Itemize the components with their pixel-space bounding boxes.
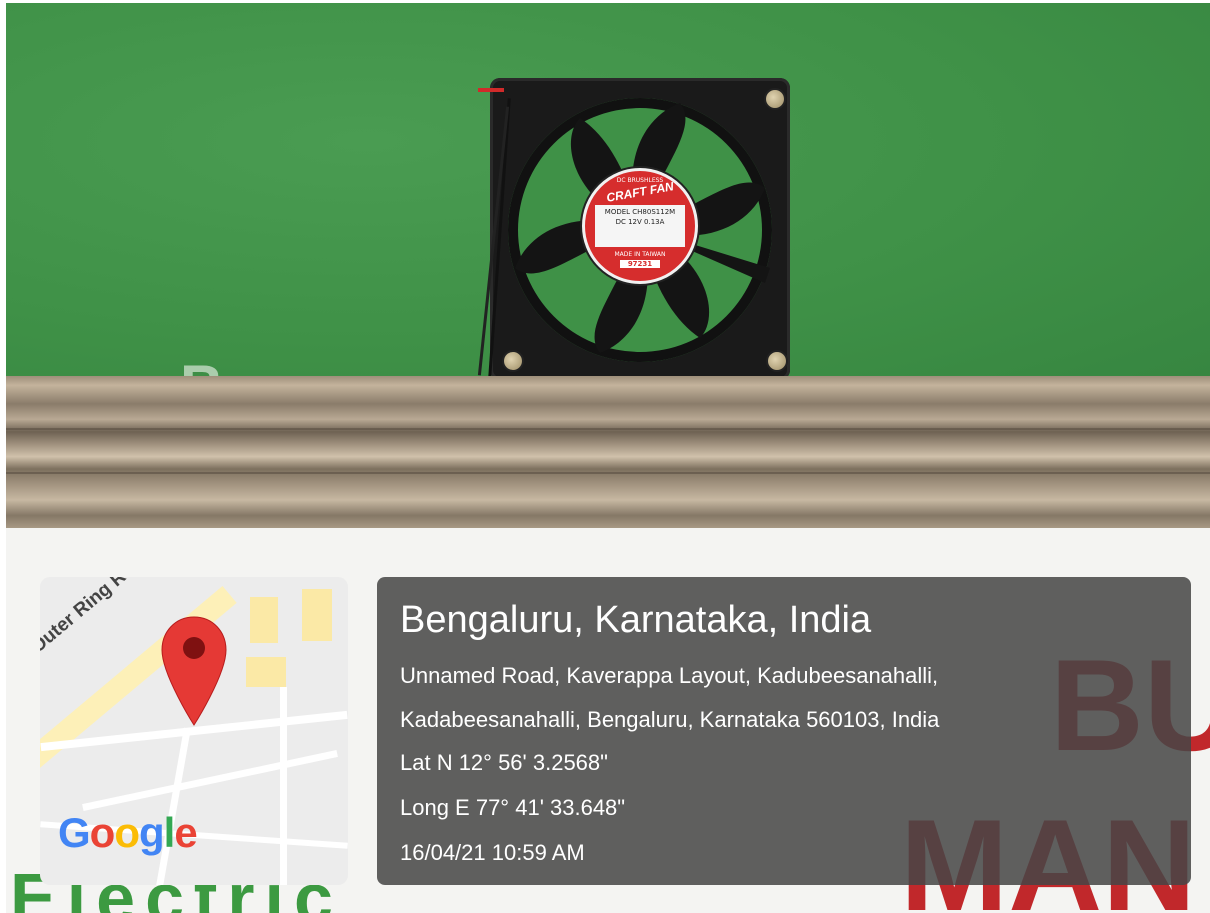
fan-label-rating: DC 12V 0.13A <box>615 218 665 226</box>
longitude: Long E 77° 41' 33.648" <box>400 795 626 820</box>
rail-groove <box>6 472 1210 474</box>
map-road <box>156 727 191 885</box>
fan-label-code: 97231 <box>620 260 660 268</box>
screw <box>502 350 524 372</box>
map-road-label: Outer Ring Rd <box>40 577 139 658</box>
cooling-fan: DC BRUSHLESS CRAFT FAN MODEL CH80S112M D… <box>477 78 790 380</box>
map-road <box>280 687 287 885</box>
fan-label-model: MODEL CH80S112M <box>604 208 676 216</box>
rail-groove <box>6 428 1210 430</box>
address-line-1: Unnamed Road, Kaverappa Layout, Kadubees… <box>400 663 939 688</box>
google-logo: Google <box>58 809 198 856</box>
map-block <box>246 657 286 687</box>
map-road <box>82 750 338 811</box>
location-info-card: Bengaluru, Karnataka, India Unnamed Road… <box>377 577 1191 885</box>
screw <box>766 350 788 372</box>
fan-wire-red <box>478 88 504 92</box>
location-city: Bengaluru, Karnataka, India <box>400 599 872 641</box>
location-pin-icon <box>161 616 227 726</box>
address-line-2: Kadabeesanahalli, Bengaluru, Karnataka 5… <box>400 707 940 732</box>
map-block <box>250 597 278 643</box>
metal-rail <box>6 376 1210 531</box>
latitude: Lat N 12° 56' 3.2568" <box>400 750 608 775</box>
map-thumbnail: Outer Ring Rd Google <box>40 577 348 885</box>
fan-label-panel: MODEL CH80S112M DC 12V 0.13A <box>595 205 685 247</box>
screw <box>764 88 786 110</box>
map-block <box>302 589 332 641</box>
fan-label: DC BRUSHLESS CRAFT FAN MODEL CH80S112M D… <box>582 168 698 284</box>
fan-label-origin: MADE IN TAIWAN <box>614 251 666 258</box>
timestamp: 16/04/21 10:59 AM <box>400 840 585 865</box>
